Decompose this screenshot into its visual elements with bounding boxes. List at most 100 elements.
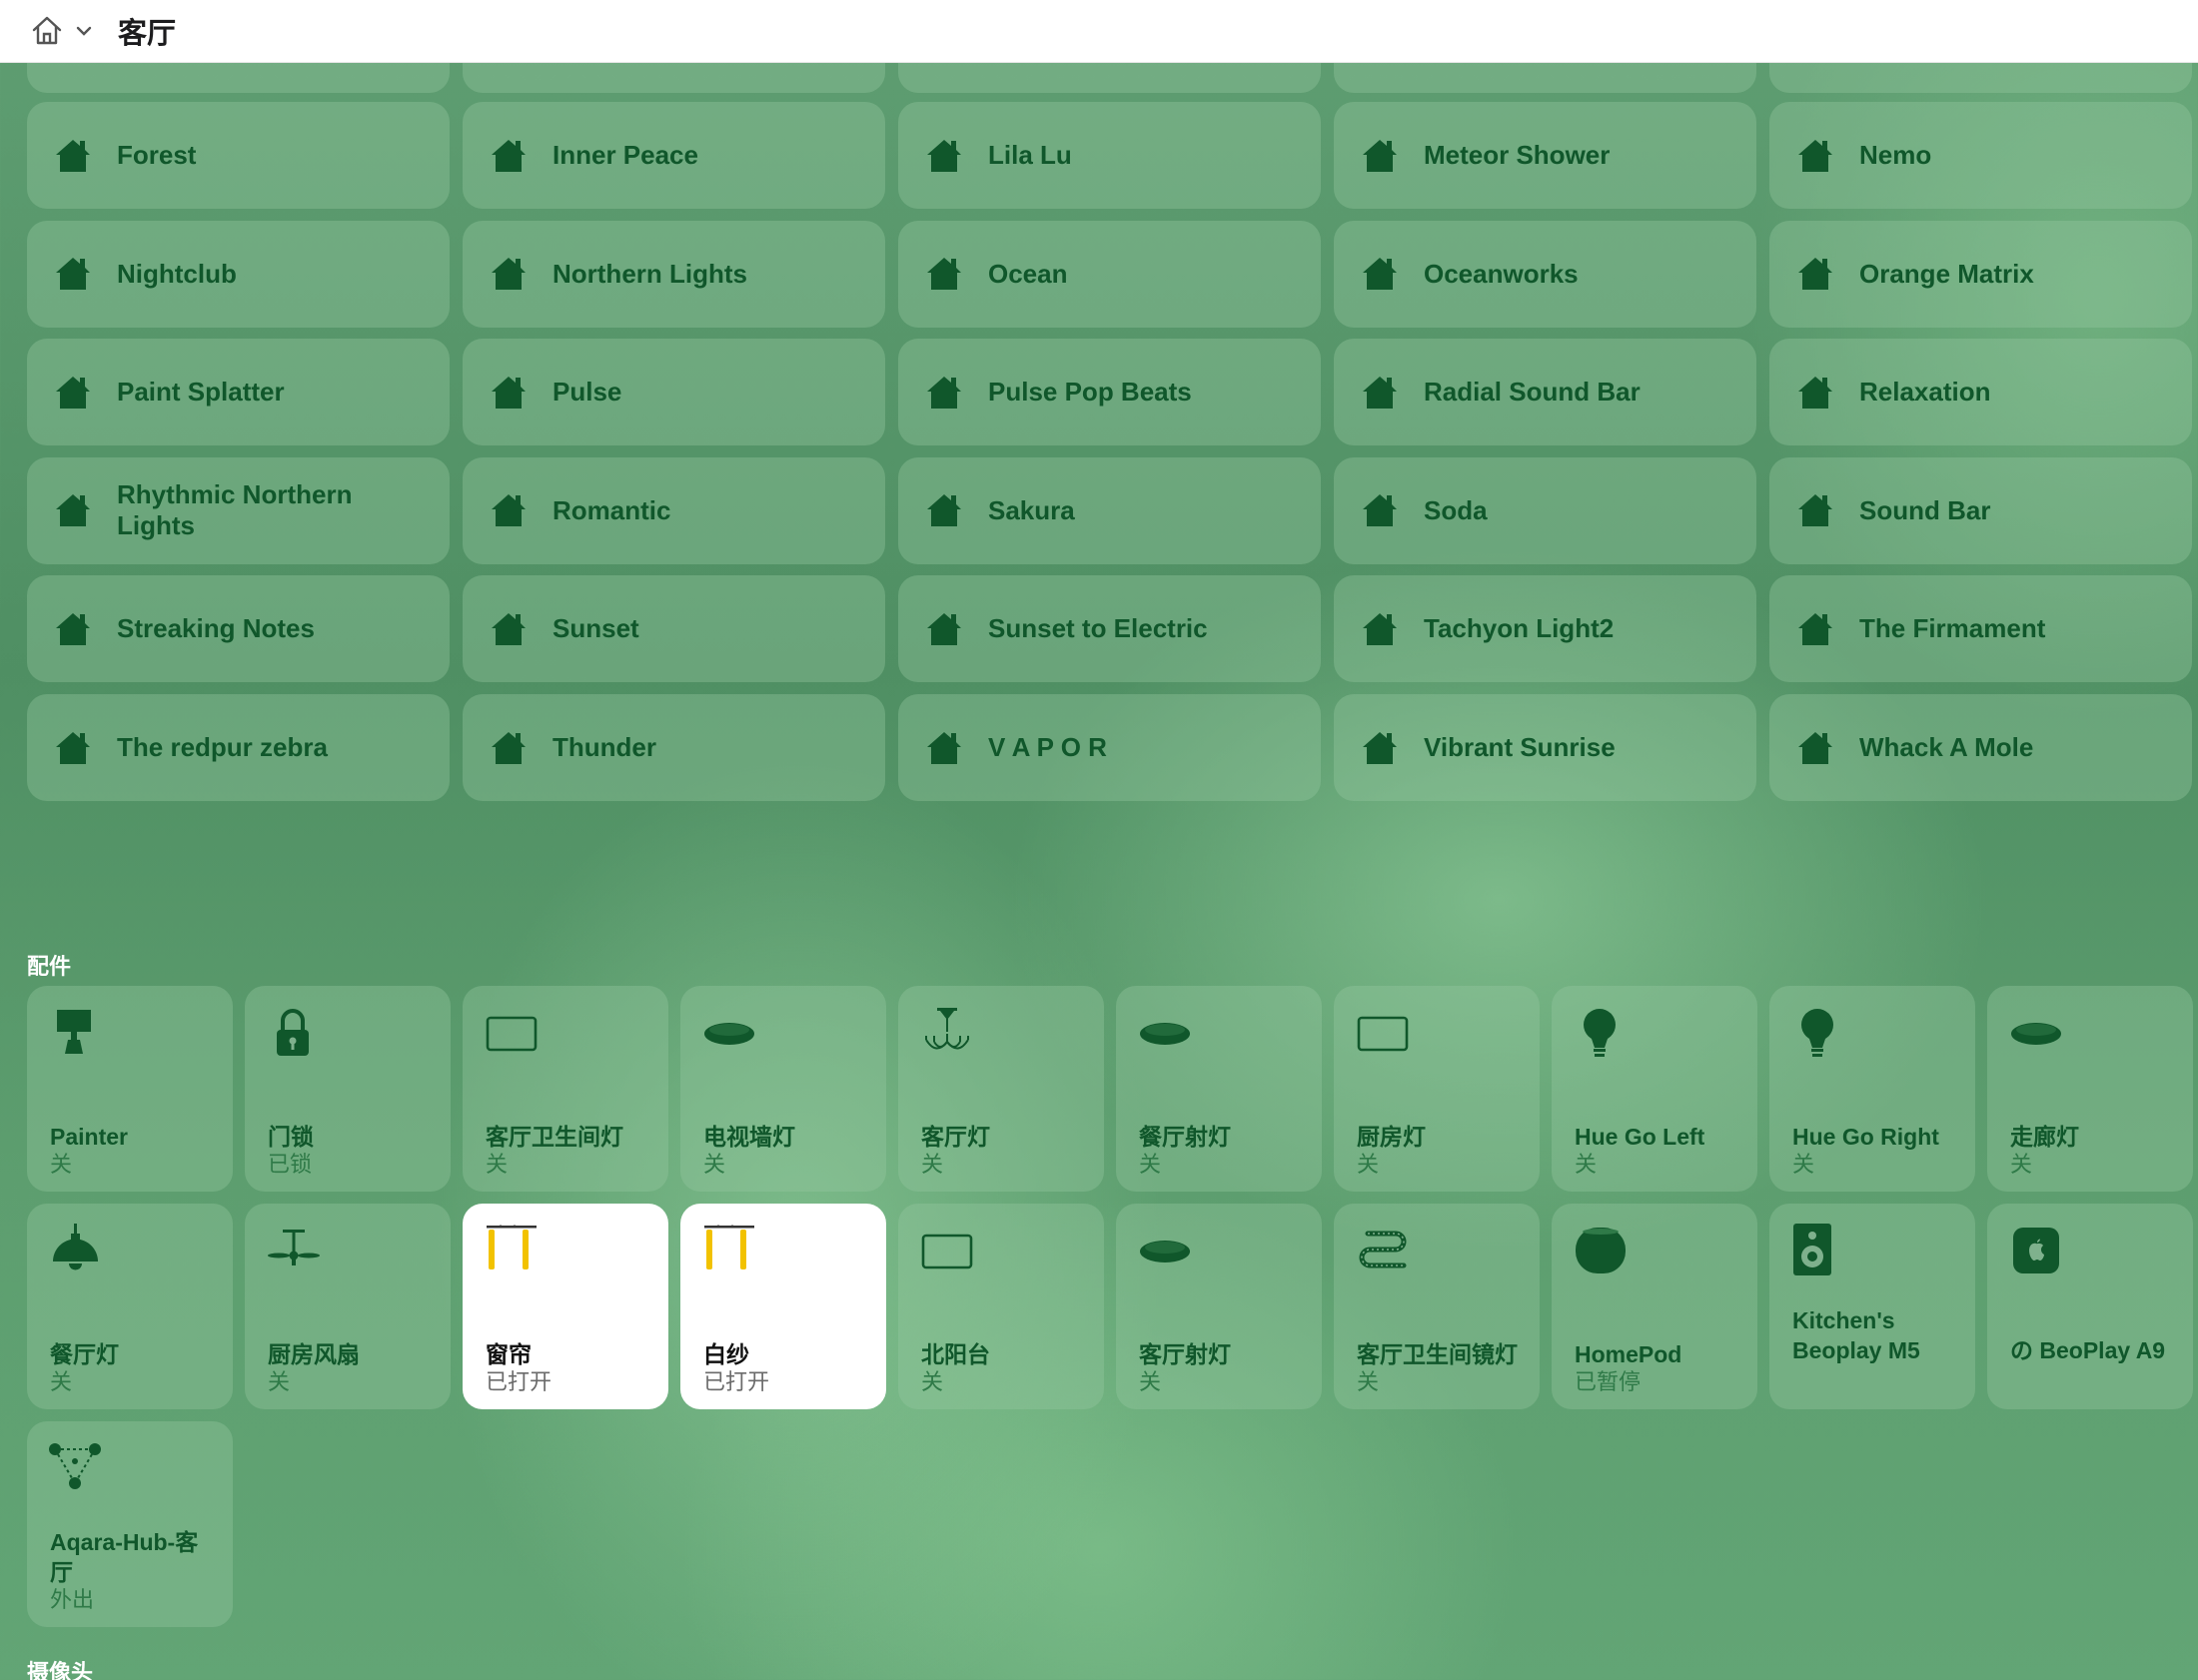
scene-tile[interactable]: Pulse: [463, 339, 885, 446]
accessory-tile[interactable]: の BeoPlay A9: [1987, 1204, 2193, 1409]
accessory-tile[interactable]: 客厅卫生间灯关: [463, 986, 668, 1192]
scene-tile-partial[interactable]: [27, 63, 450, 93]
scene-tile[interactable]: Thunder: [463, 694, 885, 801]
accessory-status: 关: [1139, 1152, 1162, 1177]
scene-tile[interactable]: Sunset to Electric: [898, 575, 1321, 683]
accessory-tile[interactable]: Hue Go Right 关: [1769, 986, 1975, 1192]
scene-tile[interactable]: Vibrant Sunrise: [1334, 694, 1756, 801]
accessory-name: 电视墙灯: [703, 1124, 795, 1150]
scene-tile[interactable]: Romantic: [463, 456, 885, 564]
scene-tile[interactable]: Lila Lu: [898, 102, 1321, 209]
scene-tile[interactable]: Nightclub: [27, 220, 450, 328]
scene-tile-partial[interactable]: [898, 63, 1321, 93]
scene-tile[interactable]: Ocean: [898, 220, 1321, 328]
accessory-tile[interactable]: 客厅灯关: [898, 986, 1104, 1192]
scene-tile[interactable]: Inner Peace: [463, 102, 885, 209]
accessory-tile[interactable]: 客厅射灯关: [1116, 1204, 1322, 1409]
cameras-section-title: 摄像头: [27, 1660, 94, 1680]
scene-label: Ocean: [988, 258, 1068, 289]
house-icon: [924, 490, 964, 530]
home-menu-button[interactable]: [30, 15, 92, 47]
accessory-status: 外出: [50, 1587, 95, 1612]
homepod-icon: [1574, 1224, 1630, 1279]
scene-tile[interactable]: Soda: [1334, 456, 1756, 564]
panel-light-icon: [485, 1006, 541, 1062]
scene-tile-partial[interactable]: [1769, 63, 2192, 93]
accessory-status: 已暂停: [1575, 1369, 1642, 1394]
house-icon: [53, 490, 93, 530]
house-icon: [1795, 490, 1835, 530]
accessory-tile[interactable]: 走廊灯关: [1987, 986, 2193, 1192]
scene-label: Oceanworks: [1424, 258, 1579, 289]
accessory-tile[interactable]: Kitchen's Beoplay M5: [1769, 1204, 1975, 1409]
accessory-name: 客厅灯: [921, 1124, 990, 1150]
scene-tile[interactable]: Relaxation: [1769, 339, 2192, 446]
accessory-tile[interactable]: Painter 关: [27, 986, 233, 1192]
scene-tile[interactable]: Pulse Pop Beats: [898, 339, 1321, 446]
accessory-tile[interactable]: 门锁 已锁: [245, 986, 451, 1192]
accessory-tile[interactable]: 客厅卫生间镜灯关: [1334, 1204, 1540, 1409]
scene-tile[interactable]: Forest: [27, 102, 450, 209]
house-icon: [924, 373, 964, 413]
accessory-tile[interactable]: HomePod 已暂停: [1552, 1204, 1757, 1409]
scene-label: Sunset: [552, 613, 639, 644]
accessory-name: 餐厅灯: [50, 1341, 119, 1367]
scene-tile[interactable]: Oceanworks: [1334, 220, 1756, 328]
accessory-status: 关: [1575, 1152, 1598, 1177]
house-icon: [1360, 136, 1400, 176]
scene-tile[interactable]: Rhythmic Northern Lights: [27, 456, 450, 564]
house-icon: [924, 728, 964, 768]
scene-tile-partial[interactable]: [1334, 63, 1756, 93]
accessory-tile[interactable]: Aqara-Hub-客厅 外出: [27, 1421, 233, 1627]
house-icon: [924, 136, 964, 176]
scene-label: Radial Sound Bar: [1424, 377, 1641, 408]
accessory-status: 关: [921, 1152, 944, 1177]
house-icon: [1360, 490, 1400, 530]
scene-tile[interactable]: Nemo: [1769, 102, 2192, 209]
scene-tile[interactable]: Northern Lights: [463, 220, 885, 328]
curtain-icon: [702, 1224, 758, 1279]
scene-label: Rhythmic Northern Lights: [117, 479, 353, 541]
scene-label: The redpur zebra: [117, 732, 328, 762]
accessory-tile[interactable]: 餐厅灯关: [27, 1204, 233, 1409]
accessory-status: 关: [1792, 1152, 1815, 1177]
scene-tile[interactable]: Sound Bar: [1769, 456, 2192, 564]
accessory-status: 关: [486, 1152, 509, 1177]
accessory-status: 关: [1357, 1152, 1380, 1177]
accessory-tile[interactable]: 窗帘 已打开: [463, 1204, 668, 1409]
accessory-name: 北阳台: [921, 1341, 990, 1367]
scene-tile-partial[interactable]: [463, 63, 885, 93]
ceiling-fan-icon: [267, 1224, 323, 1279]
accessory-tile[interactable]: 餐厅射灯关: [1116, 986, 1322, 1192]
accessory-tile[interactable]: 厨房灯关: [1334, 986, 1540, 1192]
scene-tile[interactable]: Sunset: [463, 575, 885, 683]
house-icon: [53, 254, 93, 294]
scene-label: Soda: [1424, 494, 1488, 525]
scene-tile[interactable]: The Firmament: [1769, 575, 2192, 683]
top-bar: 客厅: [0, 0, 2198, 63]
scene-tile[interactable]: The redpur zebra: [27, 694, 450, 801]
scene-tile[interactable]: Meteor Shower: [1334, 102, 1756, 209]
scene-label: V A P O R: [988, 732, 1107, 762]
house-icon: [924, 254, 964, 294]
accessory-name: 厨房灯: [1357, 1124, 1426, 1150]
accessory-tile[interactable]: 厨房风扇关: [245, 1204, 451, 1409]
scene-tile[interactable]: V A P O R: [898, 694, 1321, 801]
house-icon: [1795, 254, 1835, 294]
scene-tile[interactable]: Streaking Notes: [27, 575, 450, 683]
scene-label: Orange Matrix: [1859, 258, 2034, 289]
bulb-icon: [1791, 1006, 1847, 1062]
accessory-name: Hue Go Left: [1575, 1124, 1705, 1150]
scene-tile[interactable]: Paint Splatter: [27, 339, 450, 446]
accessory-status: 已打开: [703, 1369, 770, 1394]
scene-tile[interactable]: Sakura: [898, 456, 1321, 564]
accessory-tile[interactable]: 北阳台关: [898, 1204, 1104, 1409]
accessory-tile[interactable]: Hue Go Left 关: [1552, 986, 1757, 1192]
scene-tile[interactable]: Orange Matrix: [1769, 220, 2192, 328]
accessory-tile[interactable]: 白纱 已打开: [680, 1204, 886, 1409]
accessory-tile[interactable]: 电视墙灯关: [680, 986, 886, 1192]
scene-tile[interactable]: Whack A Mole: [1769, 694, 2192, 801]
scene-label: Vibrant Sunrise: [1424, 732, 1616, 762]
scene-tile[interactable]: Tachyon Light2: [1334, 575, 1756, 683]
scene-tile[interactable]: Radial Sound Bar: [1334, 339, 1756, 446]
